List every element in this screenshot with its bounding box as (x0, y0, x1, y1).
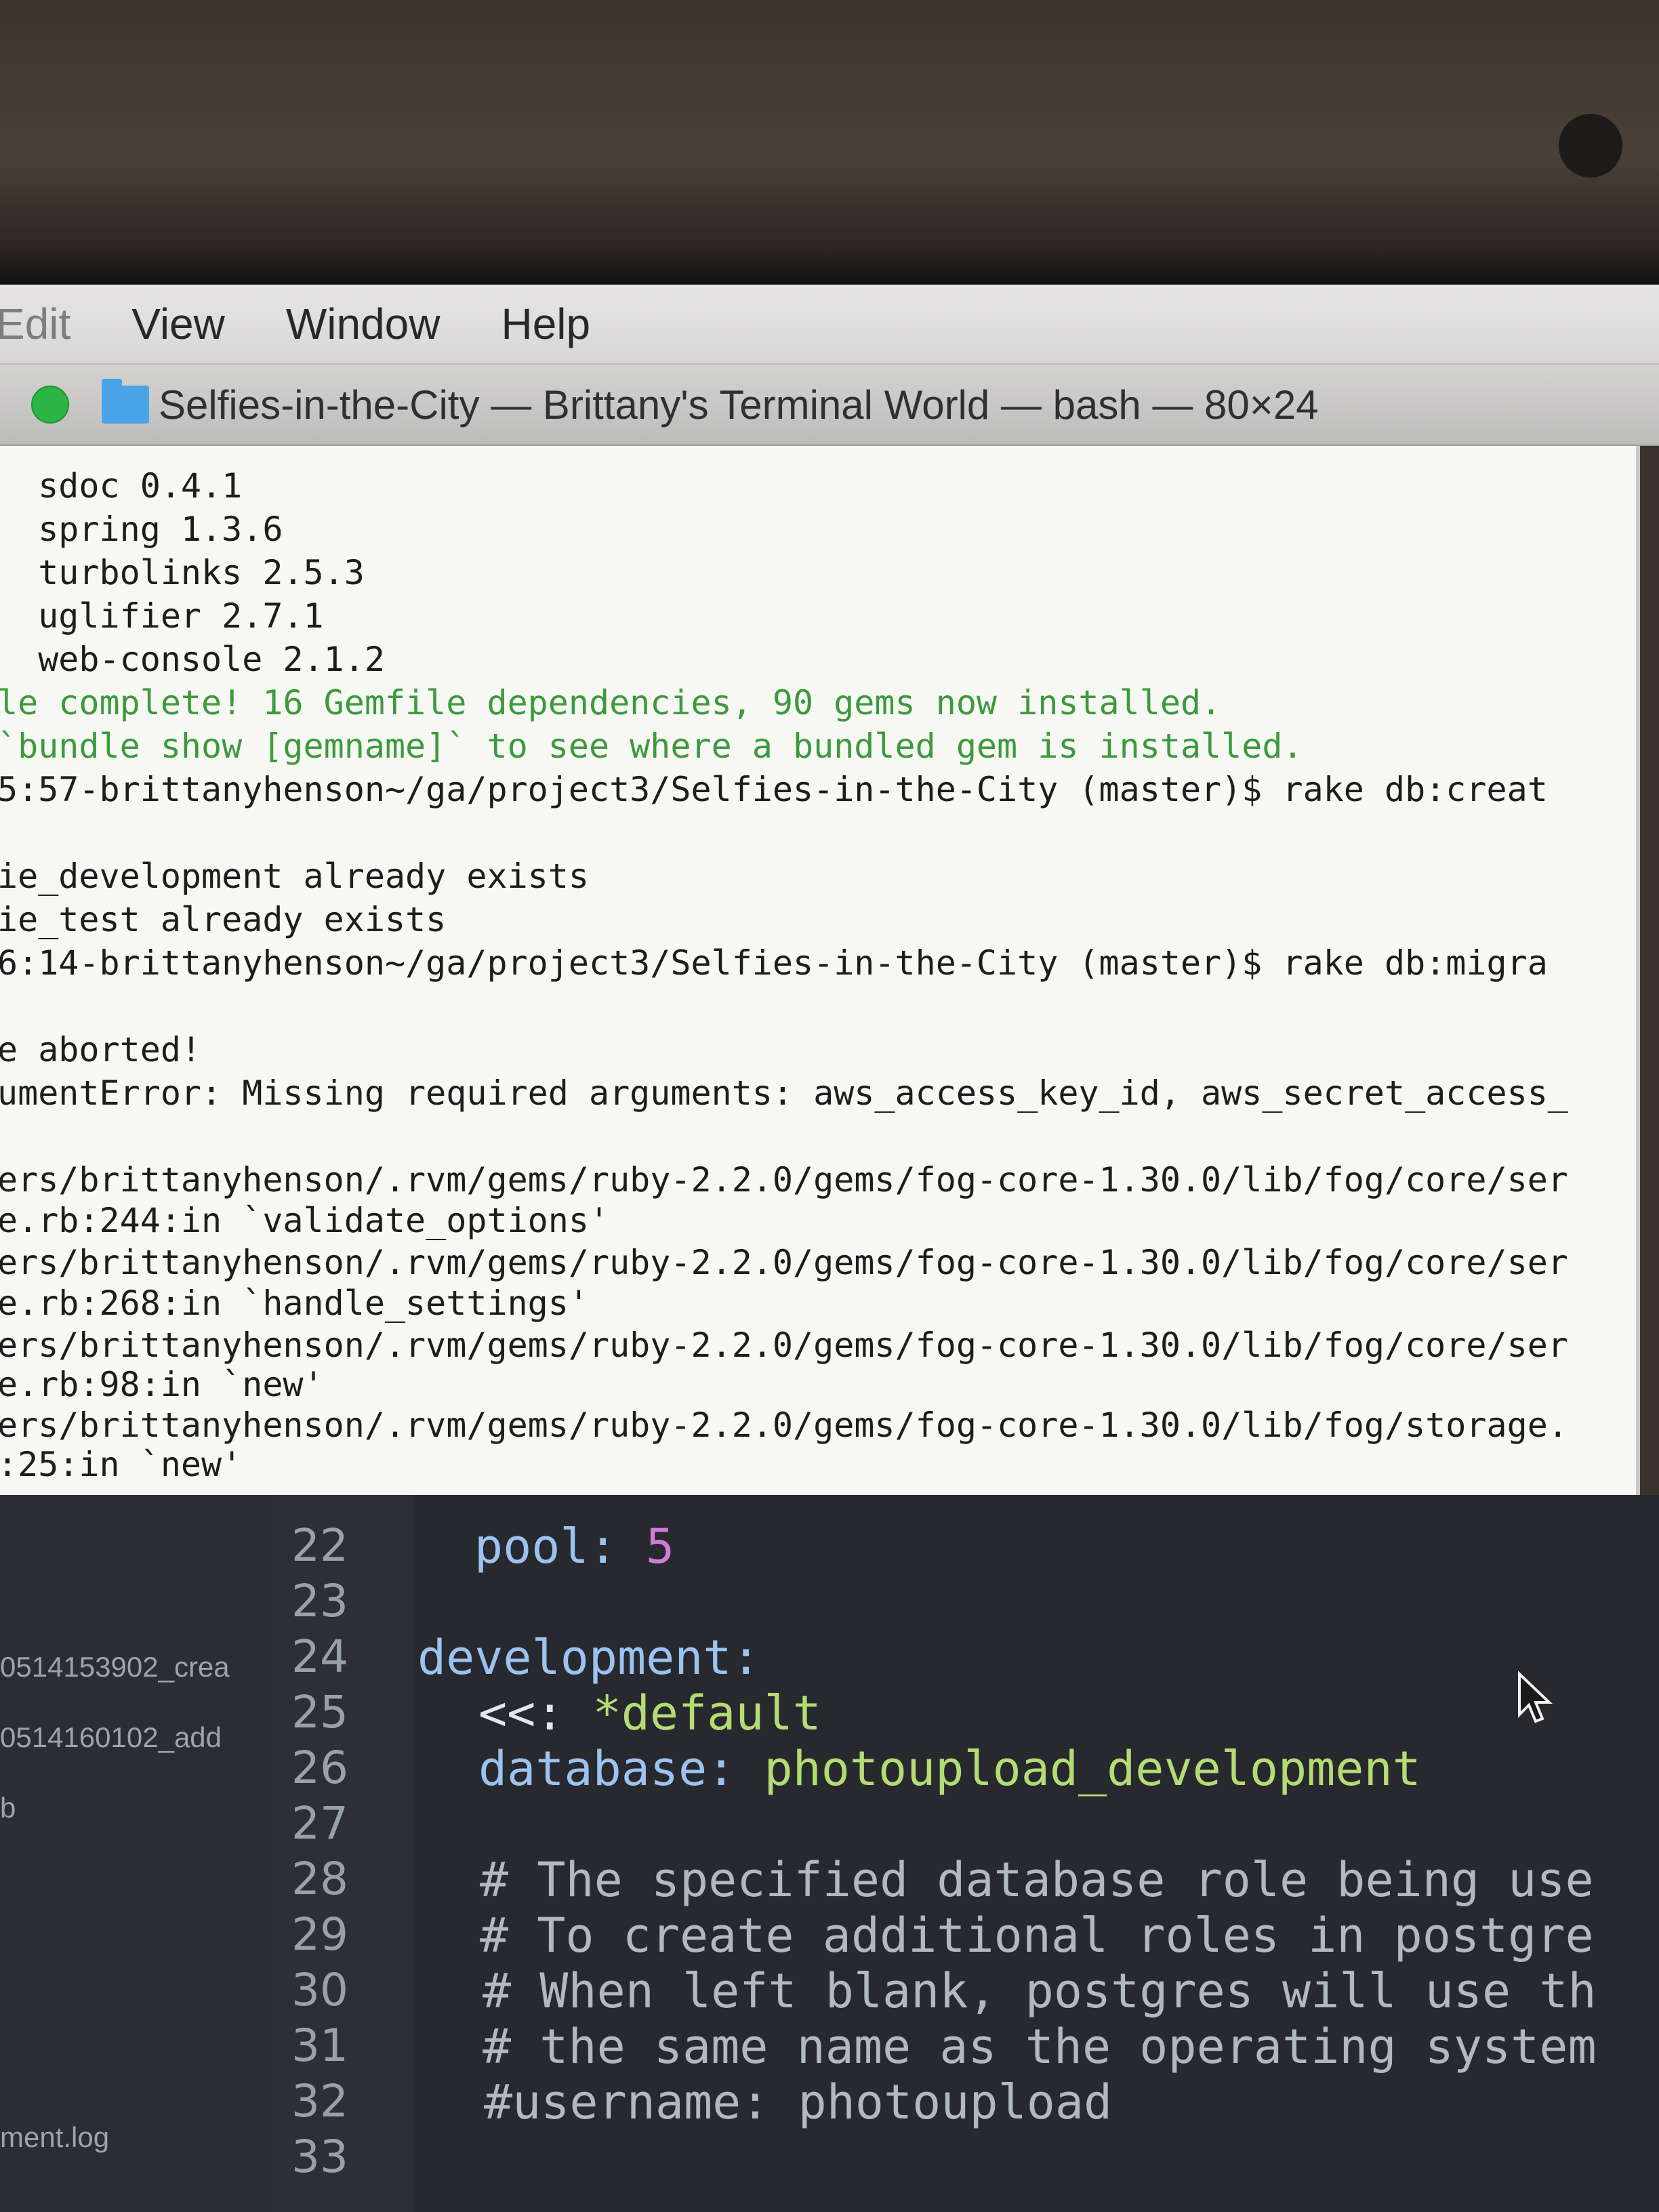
menu-edit[interactable]: Edit (0, 299, 70, 349)
folder-icon (102, 379, 149, 424)
terminal-output[interactable]: sdoc 0.4.1 spring 1.3.6 turbolinks 2.5.3… (0, 446, 1640, 1495)
yaml-value: *default (592, 1685, 821, 1741)
terminal-line: e.rb:98:in `new' (0, 1365, 324, 1404)
terminal-line: web-console 2.1.2 (0, 640, 385, 679)
camera-dot (1559, 114, 1622, 178)
code-line-32[interactable]: #username: photoupload (484, 2075, 1112, 2129)
code-editor[interactable]: 0514153902_crea 0514160102_add b ment.lo… (0, 1495, 1659, 2212)
terminal-line: ers/brittanyhenson/.rvm/gems/ruby-2.2.0/… (0, 1406, 1568, 1445)
terminal-line: uglifier 2.7.1 (0, 596, 324, 636)
file-item[interactable]: ment.log (0, 2121, 109, 2154)
terminal-line: le complete! 16 Gemfile dependencies, 90… (0, 683, 1222, 722)
menu-window[interactable]: Window (286, 299, 441, 349)
terminal-line: 6:14-brittanyhenson~/ga/project3/Selfies… (0, 943, 1548, 983)
menu-view[interactable]: View (131, 299, 225, 349)
terminal-line: ie_development already exists (0, 857, 589, 896)
code-line-31[interactable]: # the same name as the operating system (483, 2020, 1597, 2074)
file-item[interactable]: 0514153902_crea (0, 1651, 230, 1683)
line-number: 28 (291, 1853, 348, 1905)
file-item[interactable]: b (0, 1792, 16, 1824)
line-number: 32 (291, 2075, 348, 2127)
terminal-line: sdoc 0.4.1 (0, 466, 243, 506)
line-number: 26 (291, 1742, 348, 1794)
terminal-titlebar[interactable]: Selfies-in-the-City — Brittany's Termina… (0, 365, 1659, 446)
monitor-bezel (0, 0, 1659, 285)
terminal-line: turbolinks 2.5.3 (0, 553, 365, 592)
file-item[interactable]: 0514160102_add (0, 1721, 222, 1754)
line-number: 31 (291, 2020, 348, 2072)
code-line-26[interactable]: database: photoupload_development (478, 1742, 1421, 1796)
code-line-24[interactable]: development: (417, 1631, 760, 1685)
terminal-line: e.rb:268:in `handle_settings' (0, 1284, 589, 1323)
terminal-line: e.rb:244:in `validate_options' (0, 1201, 610, 1240)
mouse-pointer-icon (1518, 1671, 1553, 1723)
code-line-30[interactable]: # When left blank, postgres will use th (483, 1964, 1597, 2018)
yaml-key: development: (417, 1630, 760, 1685)
terminal-line: umentError: Missing required arguments: … (0, 1073, 1568, 1113)
menu-bar: Edit View Window Help (0, 285, 1659, 365)
terminal-line: `bundle show [gemname]` to see where a b… (0, 726, 1303, 766)
file-tree-sidebar: 0514153902_crea 0514160102_add b ment.lo… (0, 1495, 271, 2212)
window-title: Selfies-in-the-City — Brittany's Termina… (159, 382, 1319, 428)
line-number: 25 (291, 1686, 348, 1738)
yaml-key: pool: (474, 1519, 646, 1574)
line-number: 24 (291, 1631, 348, 1683)
line-number: 33 (291, 2131, 348, 2183)
terminal-line: spring 1.3.6 (0, 510, 283, 549)
terminal-line: ers/brittanyhenson/.rvm/gems/ruby-2.2.0/… (0, 1326, 1568, 1365)
code-line-29[interactable]: # To create additional roles in postgre (480, 1908, 1594, 1963)
line-number: 27 (291, 1797, 348, 1849)
terminal-line: 5:57-brittanyhenson~/ga/project3/Selfies… (0, 770, 1548, 809)
zoom-window-button[interactable] (31, 386, 69, 424)
terminal-line: ers/brittanyhenson/.rvm/gems/ruby-2.2.0/… (0, 1160, 1568, 1200)
yaml-value: 5 (645, 1519, 675, 1574)
menu-help[interactable]: Help (501, 299, 590, 349)
line-number: 22 (291, 1519, 348, 1572)
yaml-key: database: (478, 1741, 764, 1797)
yaml-value: photoupload_development (764, 1741, 1421, 1797)
code-line-28[interactable]: # The specified database role being use (480, 1853, 1594, 1907)
terminal-line: ers/brittanyhenson/.rvm/gems/ruby-2.2.0/… (0, 1243, 1568, 1282)
line-number: 29 (291, 1908, 348, 1961)
terminal-line: e aborted! (0, 1030, 202, 1069)
line-number: 23 (291, 1575, 348, 1627)
terminal-line: ie_test already exists (0, 900, 447, 939)
code-line-22[interactable]: pool: 5 (474, 1519, 674, 1574)
terminal-line: :25:in `new' (0, 1445, 243, 1484)
line-number: 30 (291, 1964, 348, 2016)
code-line-25[interactable]: <<: *default (478, 1686, 821, 1740)
yaml-key: <<: (478, 1685, 593, 1741)
